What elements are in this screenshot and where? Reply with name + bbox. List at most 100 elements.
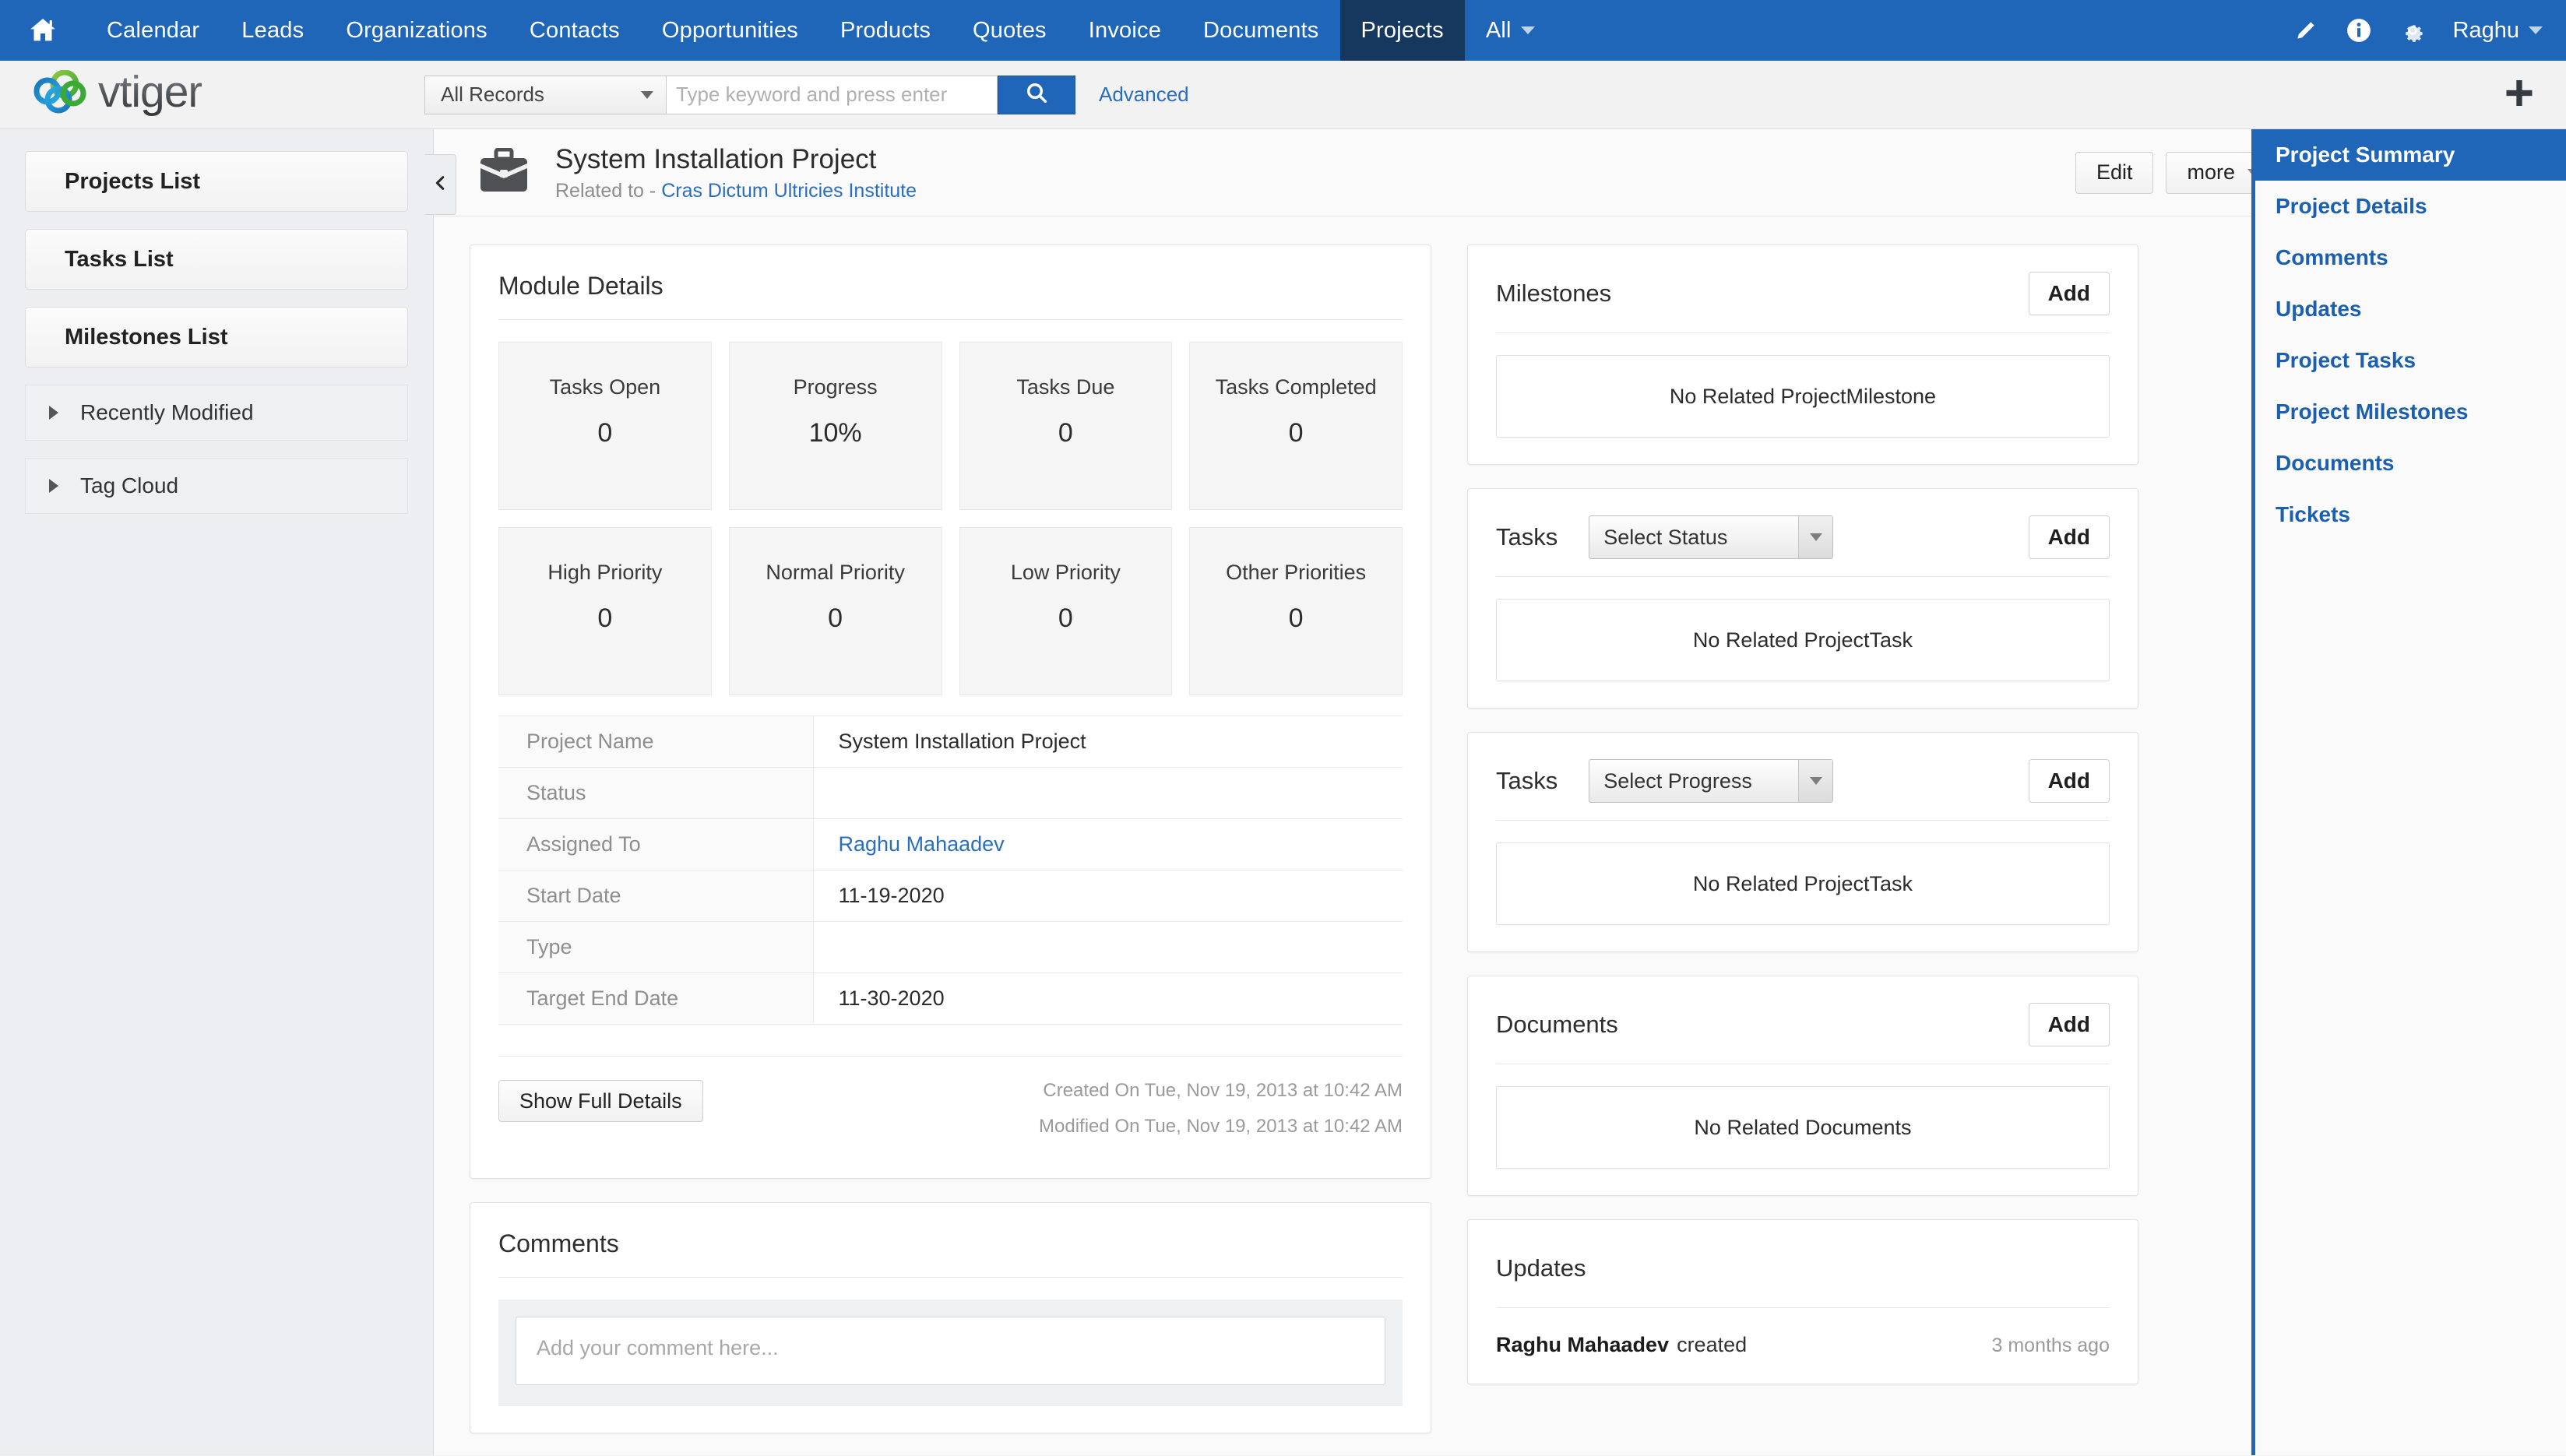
add-task-status-button[interactable]: Add	[2028, 515, 2110, 559]
field-value: 11-19-2020	[838, 884, 945, 907]
nav-item-documents[interactable]: Documents	[1182, 0, 1339, 61]
updates-panel-header: Updates	[1496, 1247, 2110, 1290]
search-button[interactable]	[998, 75, 1075, 114]
add-milestone-button[interactable]: Add	[2028, 272, 2110, 315]
metric-tile-value: 0	[1058, 603, 1073, 633]
chevron-right-icon	[49, 479, 58, 493]
nav-item-organizations[interactable]: Organizations	[325, 0, 509, 61]
page-body: Projects List Tasks List Milestones List Re…	[0, 129, 2566, 1455]
add-milestone-label: Add	[2047, 281, 2090, 305]
metric-tile: Other Priorities 0	[1189, 527, 1403, 695]
divider	[1496, 332, 2110, 333]
comment-compose-area	[498, 1299, 1403, 1406]
nav-item-label: Leads	[241, 17, 304, 43]
chevron-down-icon	[1798, 516, 1833, 558]
field-value-cell: 11-19-2020	[813, 870, 1403, 922]
gear-icon[interactable]	[2399, 16, 2427, 44]
nav-item-all[interactable]: All	[1465, 0, 1547, 61]
sidebar-collapse-toggle[interactable]	[425, 154, 456, 215]
update-timestamp: 3 months ago	[1991, 1335, 2110, 1356]
metric-tile-value: 0	[1058, 418, 1073, 448]
section-nav-label: Updates	[2276, 297, 2362, 321]
field-value-cell: System Installation Project	[813, 716, 1403, 768]
tasks-progress-panel-title: Tasks	[1496, 767, 1558, 794]
search-icon	[1024, 80, 1049, 109]
assigned-user-link[interactable]: Raghu Mahaadev	[839, 832, 1005, 856]
nav-item-leads[interactable]: Leads	[220, 0, 325, 61]
edit-button-label: Edit	[2096, 160, 2133, 184]
search-group: All Records	[424, 75, 1075, 114]
table-row: Type	[498, 921, 1403, 973]
nav-item-list: Calendar Leads Organizations Contacts Opport…	[86, 0, 1465, 61]
sidebar-item-projects-list[interactable]: Projects List	[25, 151, 408, 212]
section-nav-project-details[interactable]: Project Details	[2255, 181, 2566, 232]
metric-tile-label: Low Priority	[1010, 561, 1121, 584]
task-status-select[interactable]: Select Status	[1589, 515, 1834, 559]
info-icon[interactable]	[2346, 17, 2372, 44]
chevron-right-icon	[49, 406, 58, 420]
home-button[interactable]	[0, 0, 86, 61]
divider	[498, 319, 1403, 320]
nav-item-label: Products	[839, 17, 931, 43]
section-nav-documents[interactable]: Documents	[2255, 438, 2566, 489]
modified-on-text: Modified On Tue, Nov 19, 2013 at 10:42 A…	[1039, 1116, 1403, 1137]
milestones-panel-title: Milestones	[1496, 280, 1612, 307]
edit-button[interactable]: Edit	[2075, 151, 2154, 194]
tasks-status-panel-title: Tasks	[1496, 523, 1558, 550]
user-menu[interactable]: Raghu	[2453, 18, 2543, 44]
search-input[interactable]	[666, 75, 998, 114]
nav-item-contacts[interactable]: Contacts	[509, 0, 641, 61]
vtiger-logo[interactable]: vtiger	[0, 69, 424, 119]
metric-tile-label: Normal Priority	[766, 561, 905, 584]
nav-item-label: Quotes	[973, 17, 1047, 43]
metric-tiles: Tasks Open 0 Progress 10% Tasks Due 0 Tasks Co…	[498, 342, 1403, 695]
section-nav-project-milestones[interactable]: Project Milestones	[2255, 386, 2566, 438]
metric-tile-label: High Priority	[547, 561, 663, 584]
pencil-icon[interactable]	[2293, 17, 2319, 44]
plus-icon[interactable]	[2502, 76, 2536, 114]
show-full-details-button[interactable]: Show Full Details	[498, 1080, 703, 1122]
add-task-progress-label: Add	[2047, 768, 2090, 793]
documents-empty-state: No Related Documents	[1496, 1086, 2110, 1169]
sidebar-accordion-tag-cloud[interactable]: Tag Cloud	[25, 458, 408, 514]
table-row: Status	[498, 767, 1403, 819]
task-progress-select-value: Select Progress	[1603, 768, 1752, 793]
advanced-search-link[interactable]: Advanced	[1099, 83, 1189, 107]
add-document-button[interactable]: Add	[2028, 1003, 2110, 1046]
nav-item-label: Calendar	[107, 17, 200, 43]
section-nav-label: Project Summary	[2276, 142, 2455, 167]
section-nav-tickets[interactable]: Tickets	[2255, 489, 2566, 540]
sidebar-item-tasks-list[interactable]: Tasks List	[25, 229, 408, 290]
nav-item-quotes[interactable]: Quotes	[952, 0, 1068, 61]
record-related-to: Related to - Cras Dictum Ultricies Insti…	[555, 180, 917, 202]
search-scope-select[interactable]: All Records	[424, 75, 666, 114]
sidebar-item-milestones-list[interactable]: Milestones List	[25, 307, 408, 368]
section-nav-updates[interactable]: Updates	[2255, 283, 2566, 335]
section-nav-project-summary[interactable]: Project Summary	[2255, 129, 2566, 181]
comment-input[interactable]	[516, 1317, 1385, 1385]
metric-tile: Normal Priority 0	[728, 527, 942, 695]
nav-item-label: Invoice	[1088, 17, 1162, 43]
home-icon	[27, 15, 58, 46]
related-organization-link[interactable]: Cras Dictum Ultricies Institute	[661, 180, 917, 202]
sidebar-accordion-label: Tag Cloud	[80, 473, 179, 498]
nav-item-products[interactable]: Products	[819, 0, 952, 61]
section-nav-label: Tickets	[2276, 502, 2350, 526]
chevron-down-icon	[1520, 26, 1535, 34]
field-value-cell	[813, 922, 1403, 973]
task-status-select-value: Select Status	[1603, 525, 1728, 549]
task-progress-select[interactable]: Select Progress	[1589, 759, 1834, 803]
section-nav-project-tasks[interactable]: Project Tasks	[2255, 335, 2566, 386]
section-nav-comments[interactable]: Comments	[2255, 232, 2566, 283]
nav-item-invoice[interactable]: Invoice	[1068, 0, 1182, 61]
sidebar-accordion-recently-modified[interactable]: Recently Modified	[25, 385, 408, 441]
metric-tile: Tasks Open 0	[498, 342, 712, 510]
metric-tile: Low Priority 0	[959, 527, 1173, 695]
global-search-bar: vtiger All Records Advanced	[0, 61, 2566, 129]
nav-item-calendar[interactable]: Calendar	[86, 0, 220, 61]
add-task-progress-button[interactable]: Add	[2028, 759, 2110, 803]
nav-item-projects[interactable]: Projects	[1339, 0, 1465, 61]
more-button-label: more	[2187, 160, 2235, 184]
nav-item-opportunities[interactable]: Opportunities	[641, 0, 819, 61]
metric-tile-value: 0	[597, 418, 613, 448]
